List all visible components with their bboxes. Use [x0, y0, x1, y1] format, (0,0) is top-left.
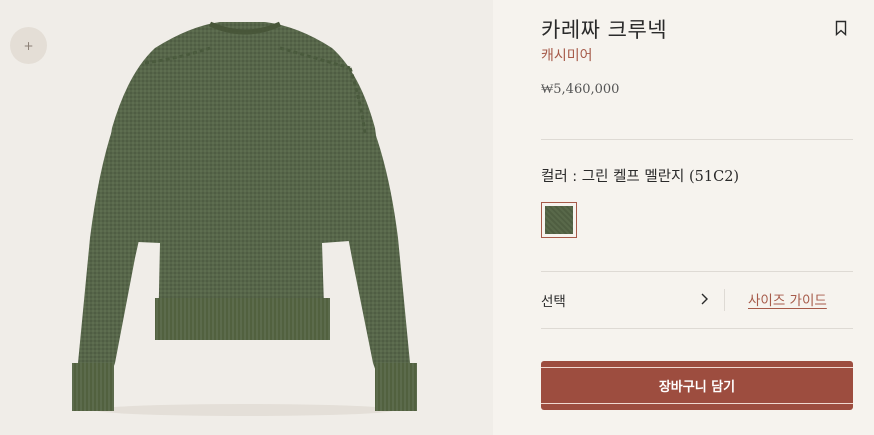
divider — [541, 139, 853, 140]
size-select-dropdown[interactable] — [541, 271, 721, 328]
size-guide-link[interactable]: 사이즈 가이드 — [748, 289, 827, 309]
product-material: 캐시미어 — [541, 48, 593, 64]
bookmark-icon[interactable] — [835, 20, 847, 36]
chevron-right-icon — [701, 293, 708, 305]
divider — [541, 328, 853, 329]
product-info-panel: 카레짜 크루넥 캐시미어 ₩5,460,000 컬러 : 그린 켈프 멜란지 (… — [541, 0, 853, 435]
color-label: 컬러 : 그린 켈프 멜란지 (51C2) — [541, 165, 739, 186]
size-select-row: 선택 사이즈 가이드 — [541, 271, 853, 328]
product-gallery: + — [0, 0, 493, 435]
plus-icon: + — [23, 38, 34, 53]
vertical-divider — [724, 289, 725, 311]
color-name: 컬러 : 그린 켈프 멜란지 — [541, 169, 689, 185]
size-select-label: 선택 — [541, 294, 566, 310]
add-to-cart-label: 장바구니 담기 — [658, 380, 736, 395]
zoom-button[interactable]: + — [10, 27, 47, 64]
color-swatch-selected[interactable] — [541, 202, 577, 238]
swatch-fill — [545, 206, 573, 234]
sweater-image — [72, 21, 417, 416]
product-title: 카레짜 크루넥 — [541, 18, 668, 42]
color-code: (51C2) — [689, 169, 740, 185]
product-price: ₩5,460,000 — [541, 82, 620, 97]
add-to-cart-button[interactable]: 장바구니 담기 — [541, 361, 853, 410]
